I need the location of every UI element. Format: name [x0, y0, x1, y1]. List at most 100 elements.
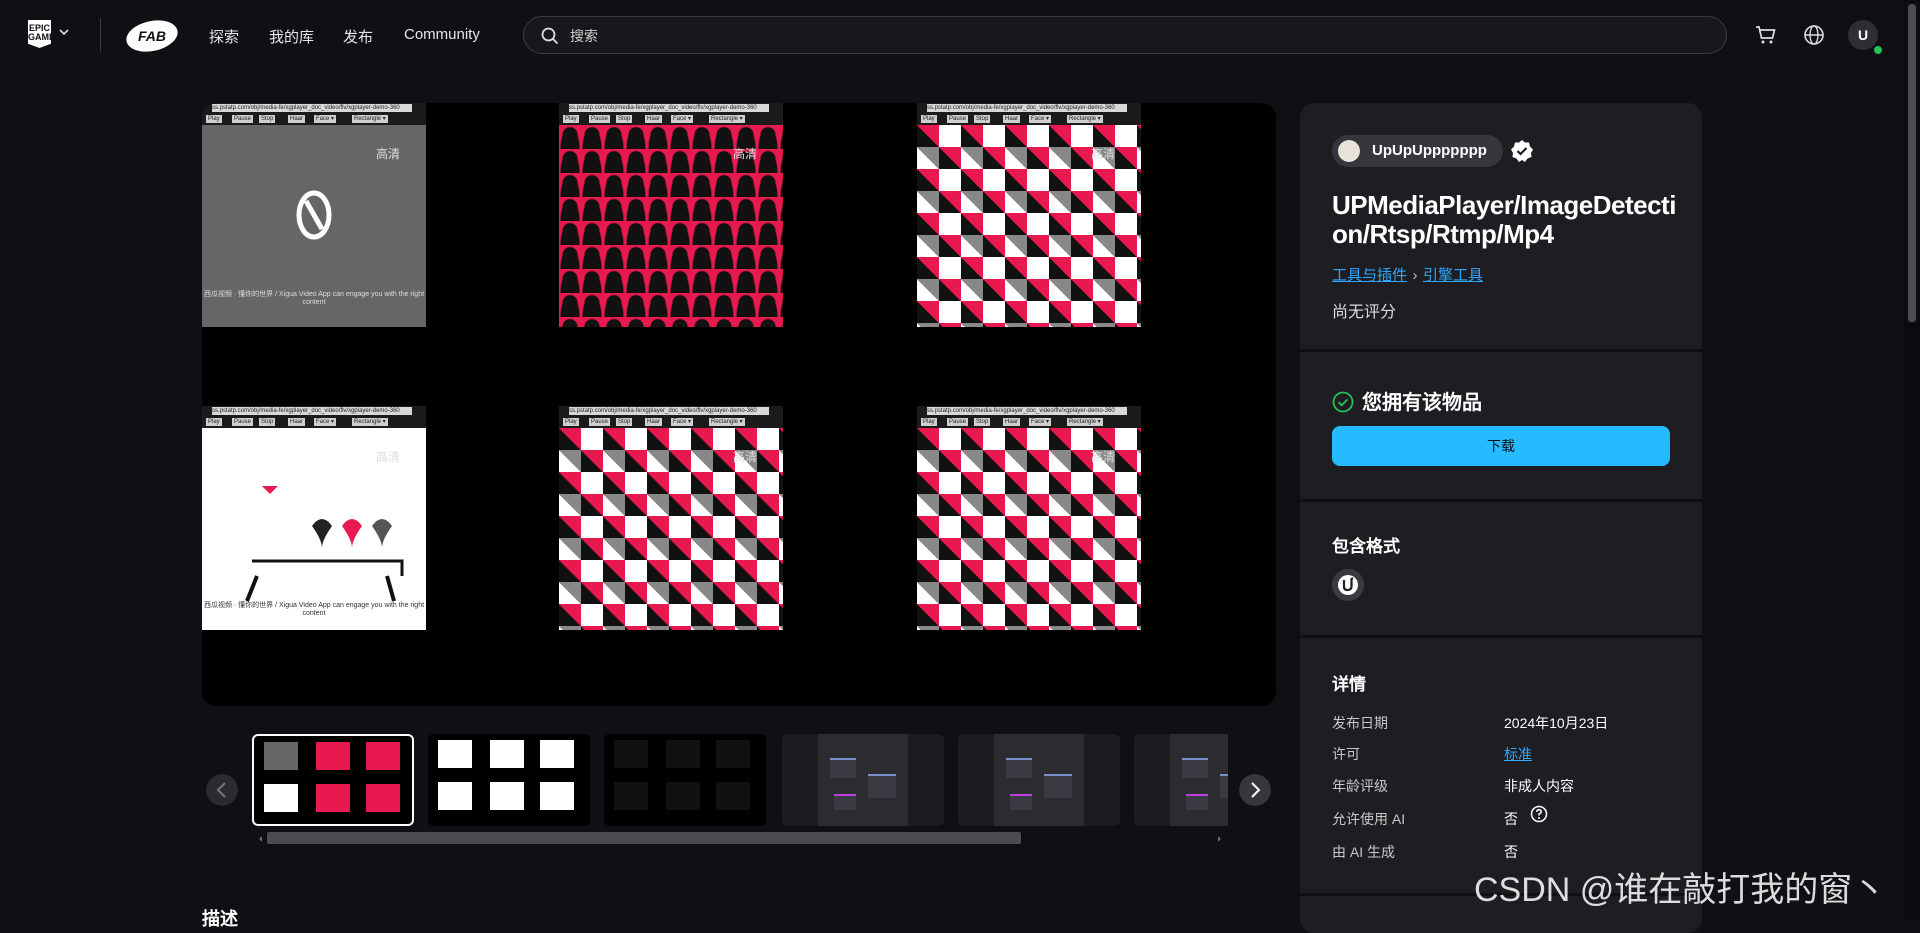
player-control-button[interactable]: Haar: [288, 418, 306, 426]
detail-value-release-date: 2024年10月23日: [1504, 715, 1609, 731]
publisher-name: UpUpUppppppp: [1372, 142, 1487, 159]
player-control-button[interactable]: Play: [563, 418, 579, 426]
thumbnail-scrollbar-thumb[interactable]: [267, 832, 1021, 844]
player-url-field[interactable]: ss.pstatp.com/obj/media-fe/xgplayer_doc_…: [212, 104, 412, 112]
detail-value-age-rating: 非成人内容: [1504, 778, 1574, 794]
page-scrollbar-thumb[interactable]: [1908, 4, 1916, 322]
detail-label-ai-generated: 由 AI 生成: [1332, 844, 1396, 860]
player-control-button[interactable]: Stop: [616, 115, 633, 123]
player-control-button[interactable]: Pause: [589, 115, 611, 123]
player-toolbar: ss.pstatp.com/obj/media-fe/xgplayer_doc_…: [917, 406, 1141, 428]
gallery-next-button[interactable]: [1239, 774, 1271, 806]
nav-link-publish[interactable]: 发布: [343, 26, 373, 47]
player-control-button[interactable]: Pause: [947, 115, 969, 123]
player-control-button[interactable]: Play: [206, 115, 222, 123]
owned-status: 您拥有该物品: [1332, 386, 1482, 415]
player-control-button[interactable]: Stop: [259, 115, 276, 123]
detail-value-license-link[interactable]: 标准: [1504, 744, 1532, 764]
player-control-button[interactable]: Face ▾: [314, 115, 337, 123]
gallery-video-tile: ss.pstatp.com/obj/media-fe/xgplayer_doc_…: [202, 406, 426, 630]
player-control-button[interactable]: Haar: [645, 418, 663, 426]
thumbnail-strip: [252, 734, 1228, 828]
thumbnail-cell: [316, 742, 350, 770]
publisher-chip[interactable]: UpUpUppppppp: [1332, 135, 1503, 167]
editor-node: [834, 794, 856, 810]
description-heading: 描述: [202, 909, 238, 929]
player-control-button[interactable]: Face ▾: [1029, 115, 1052, 123]
thumbnail[interactable]: [1134, 734, 1228, 826]
player-control-button[interactable]: Rectangle ▾: [709, 418, 745, 426]
nav-link-community[interactable]: Community: [404, 26, 480, 43]
player-control-button[interactable]: Rectangle ▾: [352, 418, 388, 426]
breadcrumb-engine-tools[interactable]: 引擎工具: [1423, 267, 1483, 284]
player-url-field[interactable]: ss.pstatp.com/obj/media-fe/xgplayer_doc_…: [927, 104, 1127, 112]
nav-link-explore[interactable]: 探索: [209, 26, 239, 47]
search-input[interactable]: [568, 25, 1672, 47]
section-divider: [1300, 349, 1702, 352]
player-control-button[interactable]: Play: [563, 115, 579, 123]
check-circle-icon: [1332, 391, 1354, 413]
media-gallery-main[interactable]: ss.pstatp.com/obj/media-fe/xgplayer_doc_…: [202, 103, 1276, 706]
editor-node: [1220, 774, 1228, 798]
player-url-field[interactable]: ss.pstatp.com/obj/media-fe/xgplayer_doc_…: [927, 407, 1127, 415]
search-bar[interactable]: [523, 16, 1727, 54]
player-control-button[interactable]: Rectangle ▾: [352, 115, 388, 123]
player-control-button[interactable]: Rectangle ▾: [709, 115, 745, 123]
player-url-field[interactable]: ss.pstatp.com/obj/media-fe/xgplayer_doc_…: [212, 407, 412, 415]
player-control-button[interactable]: Face ▾: [1029, 418, 1052, 426]
thumbnail[interactable]: [958, 734, 1120, 826]
detail-label-age-rating: 年龄评级: [1332, 778, 1388, 794]
thumbnail-cell: [316, 784, 350, 812]
editor-panel: [1134, 734, 1170, 826]
player-control-button[interactable]: Stop: [616, 418, 633, 426]
breadcrumb-tools-plugins[interactable]: 工具与插件: [1332, 267, 1407, 284]
player-control-button[interactable]: Haar: [288, 115, 306, 123]
player-control-button[interactable]: Pause: [589, 418, 611, 426]
player-control-button[interactable]: Pause: [232, 418, 254, 426]
player-control-button[interactable]: Stop: [974, 115, 991, 123]
detail-value-ai-generated: 否: [1504, 844, 1518, 860]
player-url-field[interactable]: ss.pstatp.com/obj/media-fe/xgplayer_doc_…: [569, 104, 769, 112]
thumbnail-cell: [666, 782, 700, 810]
player-control-button[interactable]: Stop: [259, 418, 276, 426]
thumbnail-cell: [366, 784, 400, 812]
player-control-button[interactable]: Pause: [947, 418, 969, 426]
gallery-video-tile: ss.pstatp.com/obj/media-fe/xgplayer_doc_…: [202, 103, 426, 327]
editor-node: [1044, 774, 1072, 798]
chevron-down-icon[interactable]: [58, 26, 70, 38]
player-control-button[interactable]: Face ▾: [314, 418, 337, 426]
player-control-button[interactable]: Face ▾: [671, 115, 694, 123]
player-control-button[interactable]: Rectangle ▾: [1067, 418, 1103, 426]
nav-link-my-library[interactable]: 我的库: [269, 26, 314, 47]
globe-icon[interactable]: [1802, 23, 1826, 47]
player-control-button[interactable]: Face ▾: [671, 418, 694, 426]
epic-games-logo[interactable]: EPIC GAMES: [28, 20, 51, 48]
quality-label: 高清: [1090, 147, 1115, 161]
player-url-field[interactable]: ss.pstatp.com/obj/media-fe/xgplayer_doc_…: [569, 407, 769, 415]
fab-logo[interactable]: FAB: [125, 20, 179, 52]
thumbnail[interactable]: [428, 734, 590, 826]
help-question-icon[interactable]: [1530, 805, 1548, 823]
thumbnail-active[interactable]: [252, 734, 414, 826]
gallery-prev-button[interactable]: [206, 774, 238, 806]
rating-text: 尚无评分: [1332, 304, 1397, 321]
player-control-button[interactable]: Haar: [645, 115, 663, 123]
player-control-button[interactable]: Rectangle ▾: [1067, 115, 1103, 123]
gallery-video-tile: ss.pstatp.com/obj/media-fe/xgplayer_doc_…: [559, 103, 783, 327]
player-control-button[interactable]: Play: [921, 418, 937, 426]
breadcrumb: 工具与插件 › 引擎工具: [1332, 264, 1483, 285]
cart-icon[interactable]: [1754, 23, 1778, 47]
player-control-button[interactable]: Play: [206, 418, 222, 426]
player-control-button[interactable]: Haar: [1003, 418, 1021, 426]
editor-panel: [1084, 734, 1120, 826]
player-control-button[interactable]: Play: [921, 115, 937, 123]
thumbnail[interactable]: [782, 734, 944, 826]
thumbnail[interactable]: [604, 734, 766, 826]
no-video-icon: [296, 190, 332, 240]
fab-logo-text: FAB: [138, 28, 166, 44]
player-control-button[interactable]: Stop: [974, 418, 991, 426]
download-button[interactable]: 下载: [1332, 426, 1670, 466]
detail-label-license: 许可: [1332, 746, 1360, 762]
player-control-button[interactable]: Haar: [1003, 115, 1021, 123]
player-control-button[interactable]: Pause: [232, 115, 254, 123]
